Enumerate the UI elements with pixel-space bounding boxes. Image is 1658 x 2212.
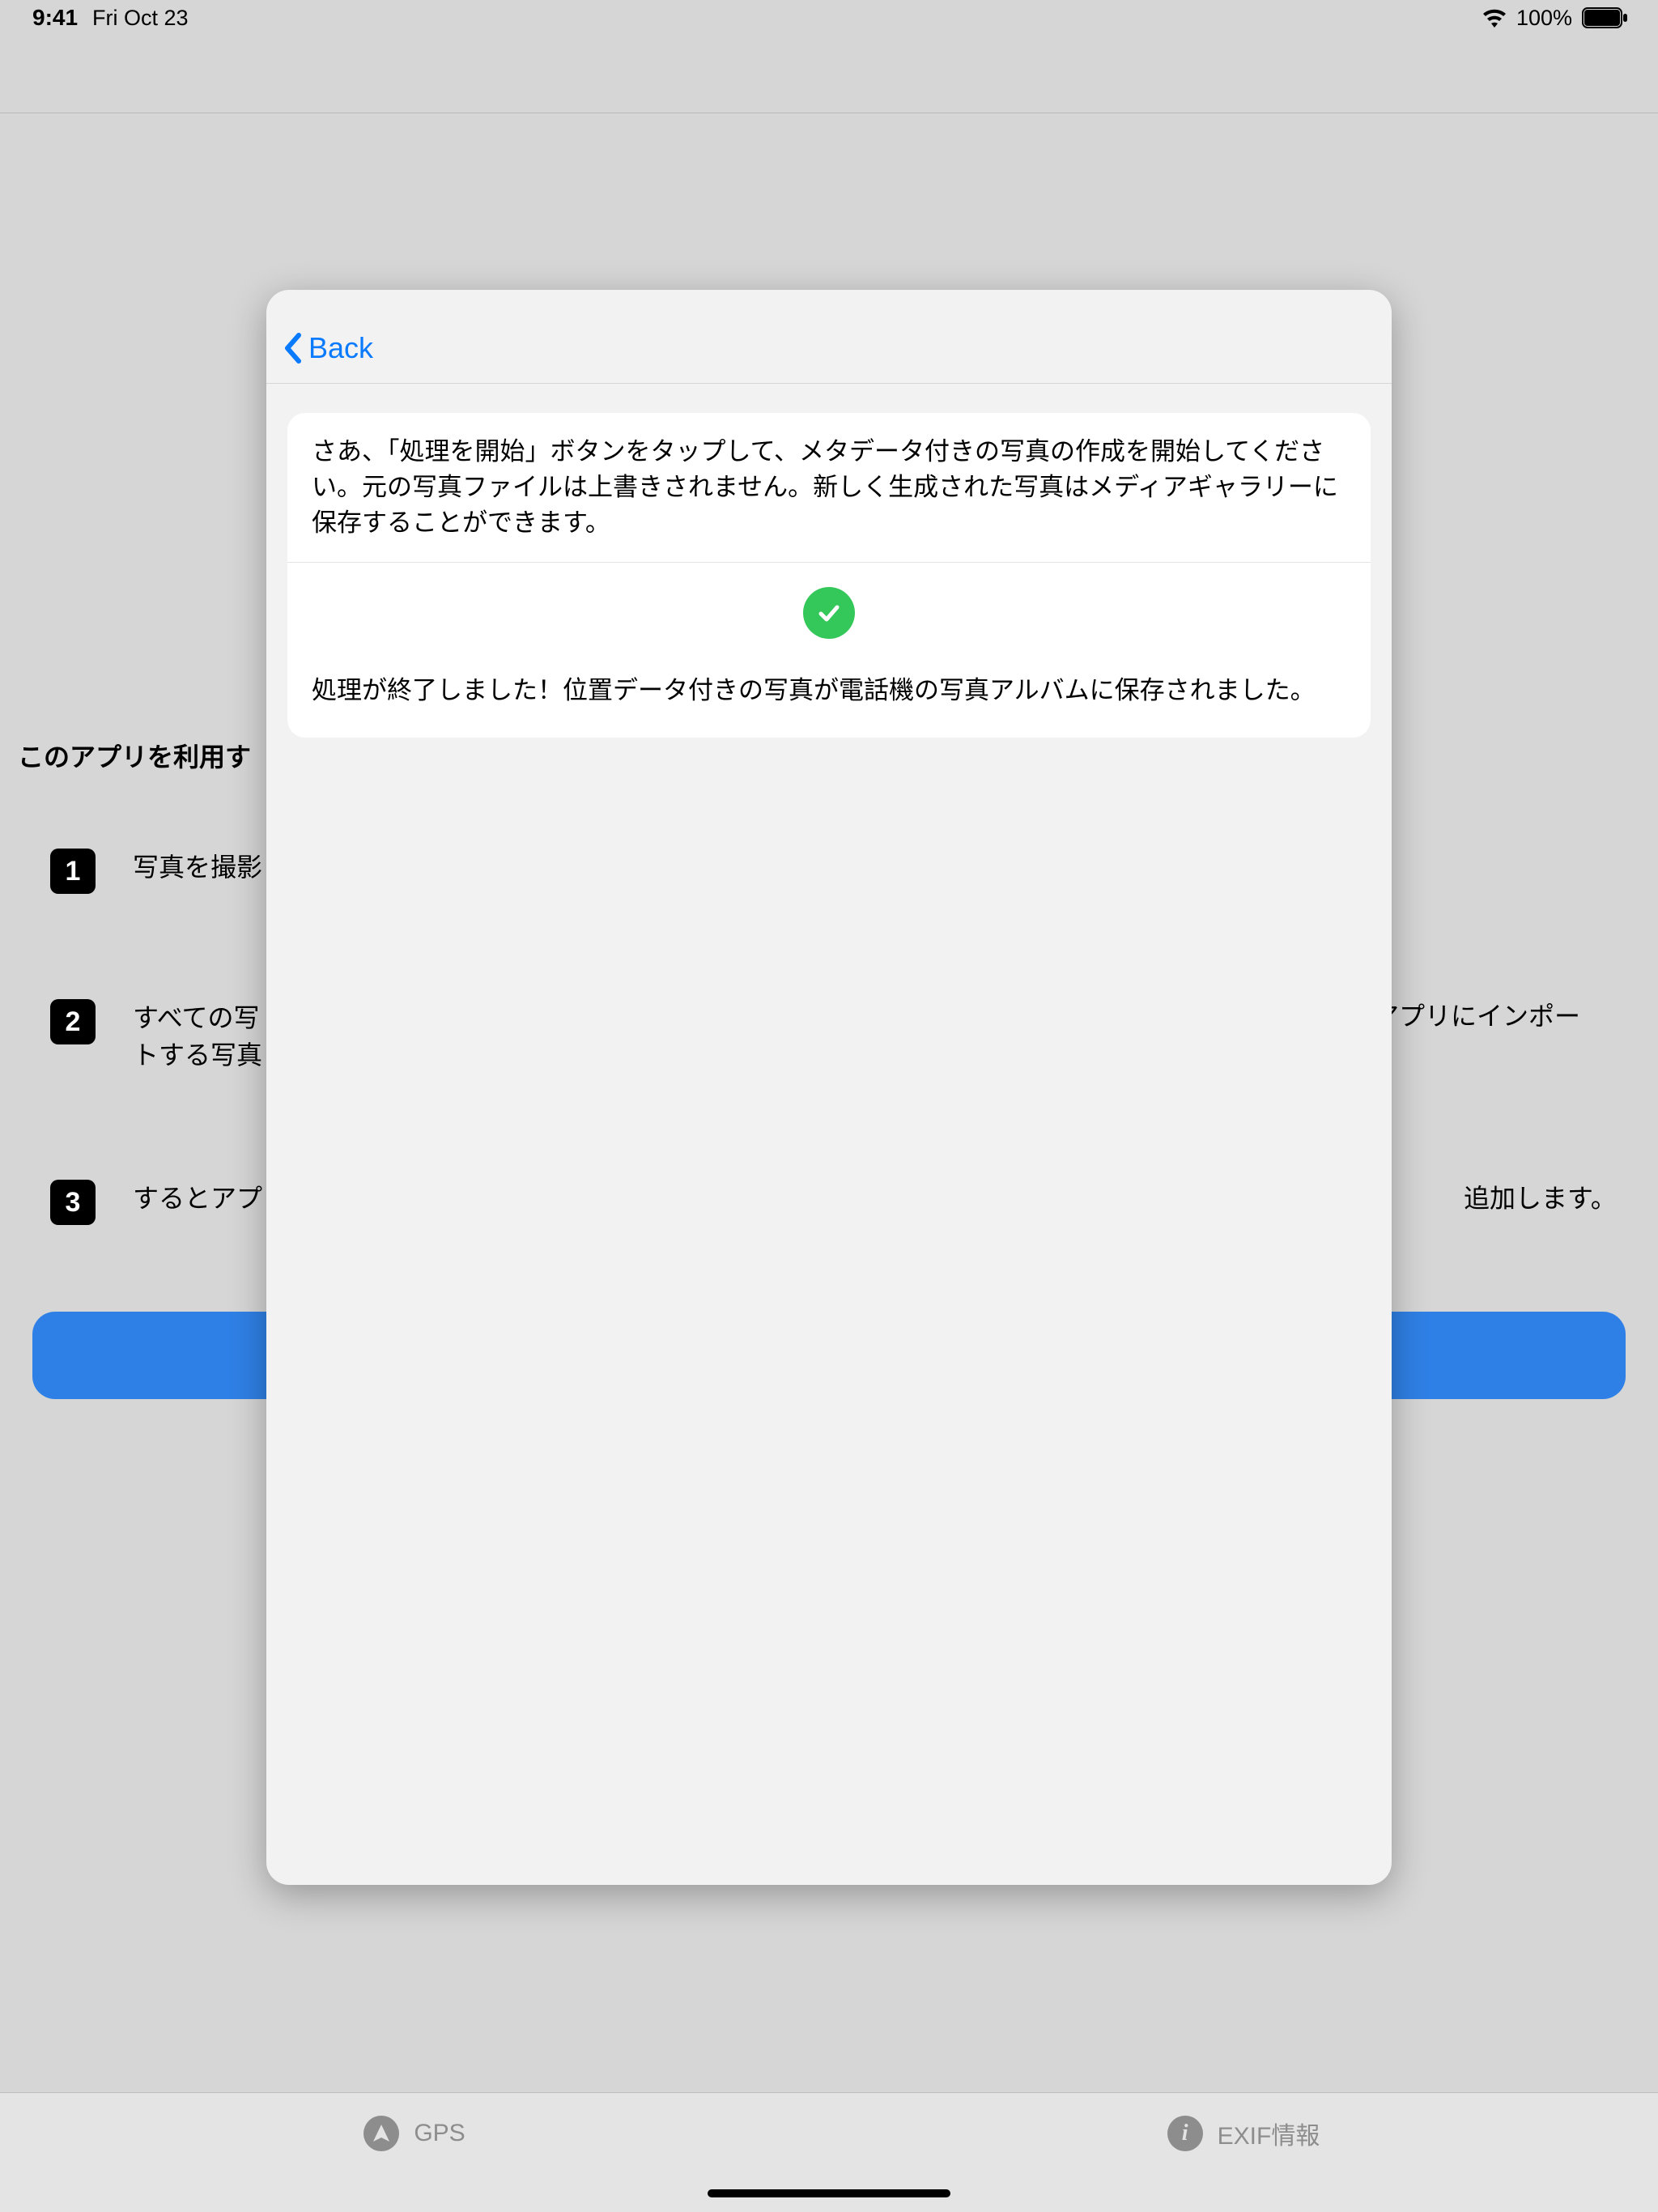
battery-icon xyxy=(1582,7,1629,28)
home-indicator xyxy=(708,2189,950,2197)
back-label: Back xyxy=(308,331,373,365)
modal-nav-bar: Back xyxy=(266,290,1392,384)
tab-gps[interactable]: GPS xyxy=(0,2116,829,2151)
status-right: 100% xyxy=(1481,6,1629,31)
tab-bar: GPS i EXIF情報 xyxy=(0,2092,1658,2212)
result-section: 処理が終了しました！位置データ付きの写真が電話機の写真アルバムに保存されました。 xyxy=(287,563,1371,738)
wifi-icon xyxy=(1481,7,1508,28)
step-badge: 3 xyxy=(50,1180,96,1225)
background-step-3: 3 するとアプ xyxy=(50,1180,262,1225)
chevron-left-icon xyxy=(283,332,304,364)
step-text-right: 追加します。 xyxy=(1464,1180,1626,1217)
info-icon: i xyxy=(1167,2116,1203,2151)
back-button[interactable]: Back xyxy=(283,331,373,365)
background-section-title: このアプリを利用す xyxy=(18,737,251,774)
status-left: 9:41 Fri Oct 23 xyxy=(32,5,189,31)
result-modal: Back さあ、「処理を開始」ボタンをタップして、メタデータ付きの写真の作成を開… xyxy=(266,290,1392,1885)
step-text-right: アプリにインポー xyxy=(1373,998,1640,1035)
tab-exif[interactable]: i EXIF情報 xyxy=(829,2116,1658,2151)
instruction-text: さあ、「処理を開始」ボタンをタップして、メタデータ付きの写真の作成を開始してくだ… xyxy=(287,413,1371,563)
step-text: するとアプ xyxy=(133,1180,262,1217)
status-time: 9:41 xyxy=(32,5,78,31)
app-header-spacer xyxy=(0,36,1658,113)
checkmark-icon xyxy=(803,587,855,639)
navigate-icon xyxy=(363,2116,399,2151)
tab-label: GPS xyxy=(414,2120,465,2147)
background-step-1: 1 写真を撮影 xyxy=(50,849,262,894)
battery-percentage: 100% xyxy=(1516,6,1572,31)
tab-label: EXIF情報 xyxy=(1218,2116,1320,2151)
step-text: 写真を撮影 xyxy=(133,849,262,886)
step-text: すべての写 トする写真 xyxy=(133,999,262,1074)
step-badge: 1 xyxy=(50,849,96,894)
instruction-card: さあ、「処理を開始」ボタンをタップして、メタデータ付きの写真の作成を開始してくだ… xyxy=(287,413,1371,738)
result-text: 処理が終了しました！位置データ付きの写真が電話機の写真アルバムに保存されました。 xyxy=(312,673,1346,708)
step-badge: 2 xyxy=(50,999,96,1044)
status-date: Fri Oct 23 xyxy=(92,6,189,31)
modal-body: さあ、「処理を開始」ボタンをタップして、メタデータ付きの写真の作成を開始してくだ… xyxy=(266,384,1392,738)
status-bar: 9:41 Fri Oct 23 100% xyxy=(0,0,1658,36)
background-step-2: 2 すべての写 トする写真 xyxy=(50,999,262,1074)
